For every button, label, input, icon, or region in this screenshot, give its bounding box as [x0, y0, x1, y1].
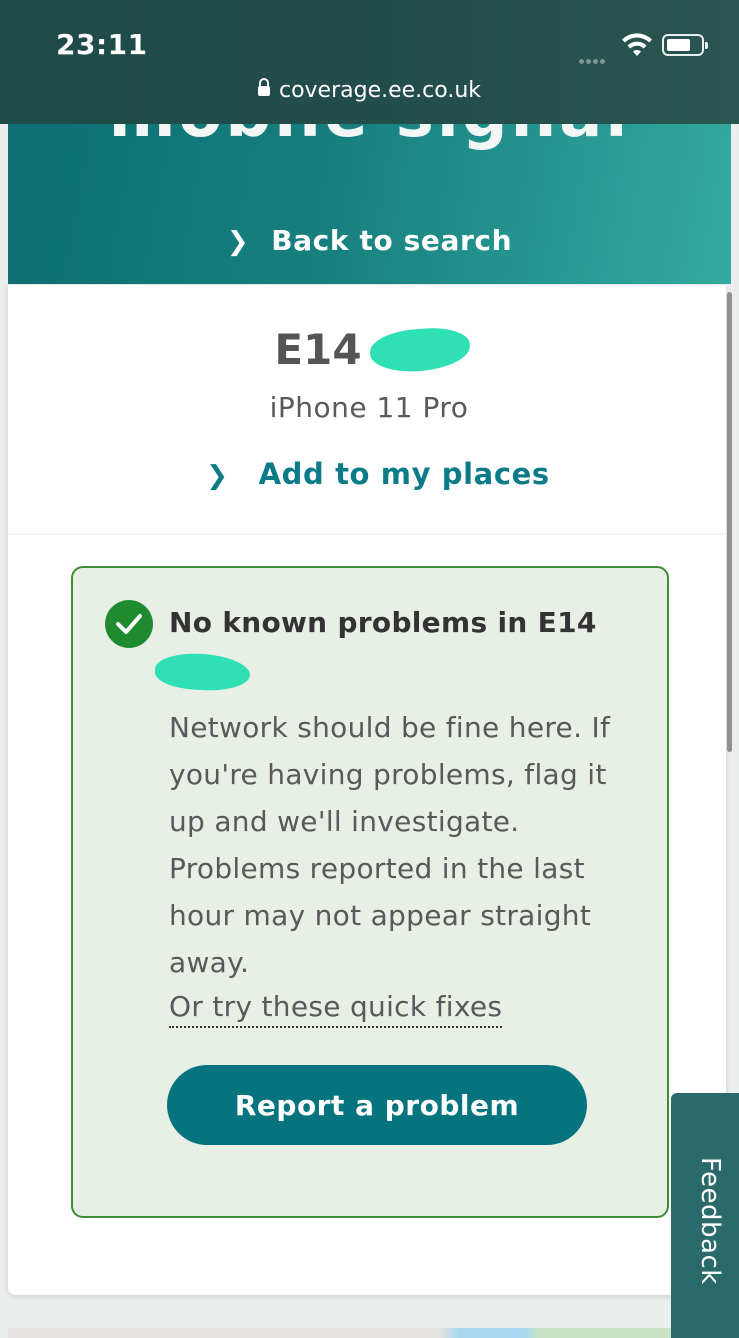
feedback-label: Feedback [695, 1157, 725, 1285]
map-preview[interactable] [8, 1328, 671, 1338]
status-panel: No known problems in E14 Network should … [71, 566, 669, 1218]
url-text: coverage.ee.co.uk [278, 78, 482, 103]
postcode-heading: E14 [274, 325, 362, 374]
coverage-card: E14 iPhone 11 Pro ❯ Add to my places No k… [8, 285, 726, 1295]
cellular-signal-icon [579, 49, 607, 68]
checkmark-icon [105, 600, 153, 648]
feedback-tab[interactable]: Feedback [671, 1093, 739, 1338]
status-time: 23:11 [56, 28, 148, 61]
add-to-my-places-link[interactable]: ❯ Add to my places [8, 457, 739, 491]
status-description: Network should be fine here. If you're h… [169, 711, 611, 979]
back-to-search-link[interactable]: ❯ Back to search [8, 224, 731, 257]
status-title: No known problems in E14 [169, 606, 597, 639]
redaction-mark [154, 651, 251, 693]
back-label: Back to search [271, 224, 513, 257]
report-problem-button[interactable]: Report a problem [167, 1065, 587, 1145]
quick-fixes-link[interactable]: Or try these quick fixes [169, 988, 503, 1028]
browser-top-bar: 23:11 coverage.ee.co.uk [0, 0, 739, 124]
scrollbar[interactable] [727, 292, 732, 752]
battery-icon [662, 34, 708, 56]
divider [8, 533, 726, 535]
wifi-icon [622, 33, 652, 56]
device-name: iPhone 11 Pro [269, 391, 469, 424]
hero-banner: mobile signal ❯ Back to search [8, 124, 731, 284]
page-title: mobile signal [8, 124, 731, 152]
chevron-right-icon: ❯ [226, 227, 250, 257]
address-bar[interactable]: coverage.ee.co.uk [0, 78, 739, 103]
add-places-label: Add to my places [258, 457, 550, 491]
lock-icon [257, 78, 270, 96]
chevron-right-icon: ❯ [206, 461, 229, 491]
